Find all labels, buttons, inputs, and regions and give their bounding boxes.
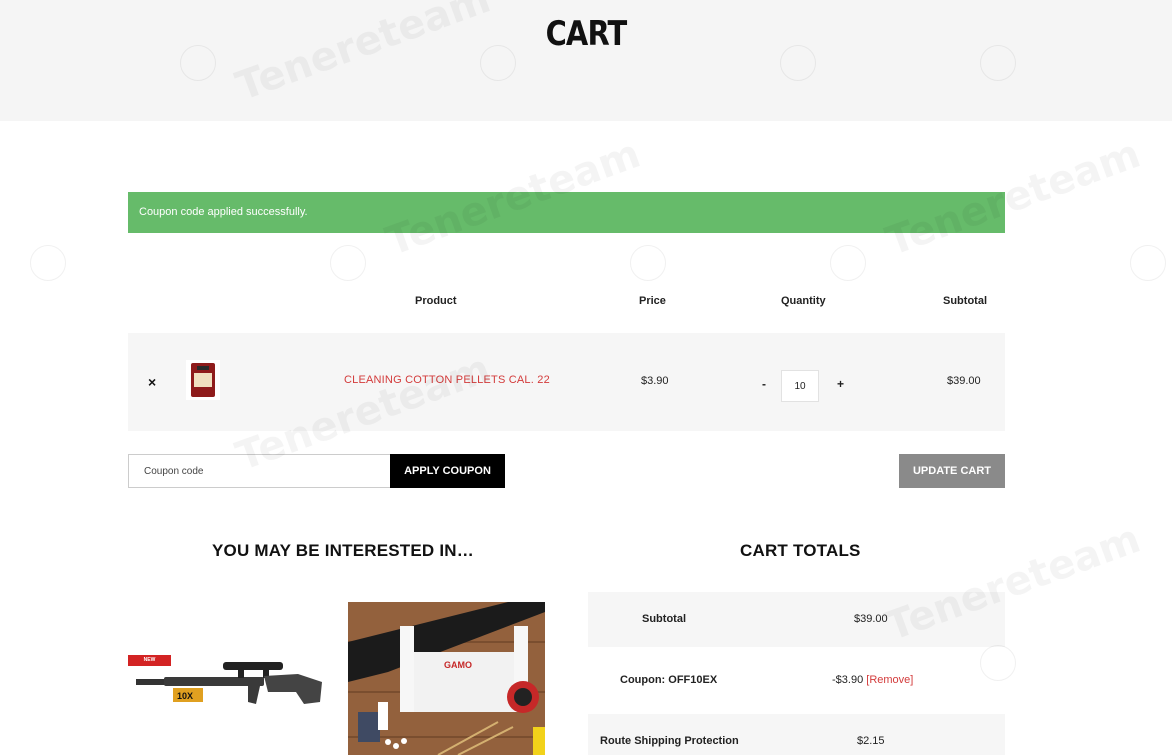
- update-cart-button[interactable]: UPDATE CART: [899, 454, 1005, 488]
- totals-subtotal-row: Subtotal $39.00: [588, 592, 1005, 647]
- watermark-logo: [1130, 245, 1166, 281]
- totals-shipping-label: Route Shipping Protection: [600, 735, 739, 747]
- header-quantity: Quantity: [781, 295, 826, 307]
- cart-item-row: [128, 333, 1005, 431]
- totals-shipping-value: $2.15: [857, 735, 885, 747]
- pellets-pack-image: [191, 363, 215, 397]
- coupon-success-notice: Coupon code applied successfully.: [128, 192, 1005, 233]
- totals-coupon-value-wrap: -$3.90 [Remove]: [832, 674, 913, 686]
- recommended-cleaning-kit-image[interactable]: GAMO: [348, 602, 545, 755]
- totals-coupon-value: -$3.90: [832, 674, 864, 686]
- watermark-logo: [30, 245, 66, 281]
- totals-subtotal-value: $39.00: [854, 613, 888, 625]
- header-subtotal: Subtotal: [943, 295, 987, 307]
- air-rifle-icon: 10X: [136, 662, 322, 704]
- qty-increase-button[interactable]: +: [837, 377, 844, 391]
- totals-subtotal-label: Subtotal: [642, 613, 686, 625]
- product-thumbnail[interactable]: [186, 360, 220, 400]
- remove-item-icon[interactable]: ×: [148, 374, 156, 390]
- header-price: Price: [639, 295, 666, 307]
- svg-text:10X: 10X: [177, 691, 193, 701]
- watermark-logo: [630, 245, 666, 281]
- interested-title: YOU MAY BE INTERESTED IN…: [212, 541, 474, 560]
- cart-totals-title: CART TOTALS: [740, 541, 861, 560]
- item-subtotal: $39.00: [947, 375, 981, 387]
- svg-text:GAMO: GAMO: [444, 660, 472, 670]
- remove-coupon-link[interactable]: [Remove]: [866, 674, 913, 686]
- page-title: CART: [545, 14, 628, 54]
- item-price: $3.90: [641, 375, 669, 387]
- totals-coupon-label: Coupon: OFF10EX: [620, 674, 718, 686]
- new-badge: NEW: [128, 655, 171, 666]
- apply-coupon-button[interactable]: APPLY COUPON: [390, 454, 505, 488]
- totals-coupon-row: Coupon: OFF10EX -$3.90 [Remove]: [588, 653, 1005, 708]
- quantity-input[interactable]: [781, 370, 819, 402]
- watermark-logo: [330, 245, 366, 281]
- cleaning-kit-icon: GAMO: [348, 602, 545, 755]
- header-product: Product: [415, 295, 457, 307]
- coupon-code-input[interactable]: [128, 454, 391, 488]
- product-name-link[interactable]: CLEANING COTTON PELLETS CAL. 22: [344, 374, 550, 386]
- qty-decrease-button[interactable]: -: [762, 377, 766, 391]
- recommended-rifle-image[interactable]: 10X: [128, 602, 325, 755]
- watermark-logo: [830, 245, 866, 281]
- totals-shipping-row: Route Shipping Protection $2.15: [588, 714, 1005, 755]
